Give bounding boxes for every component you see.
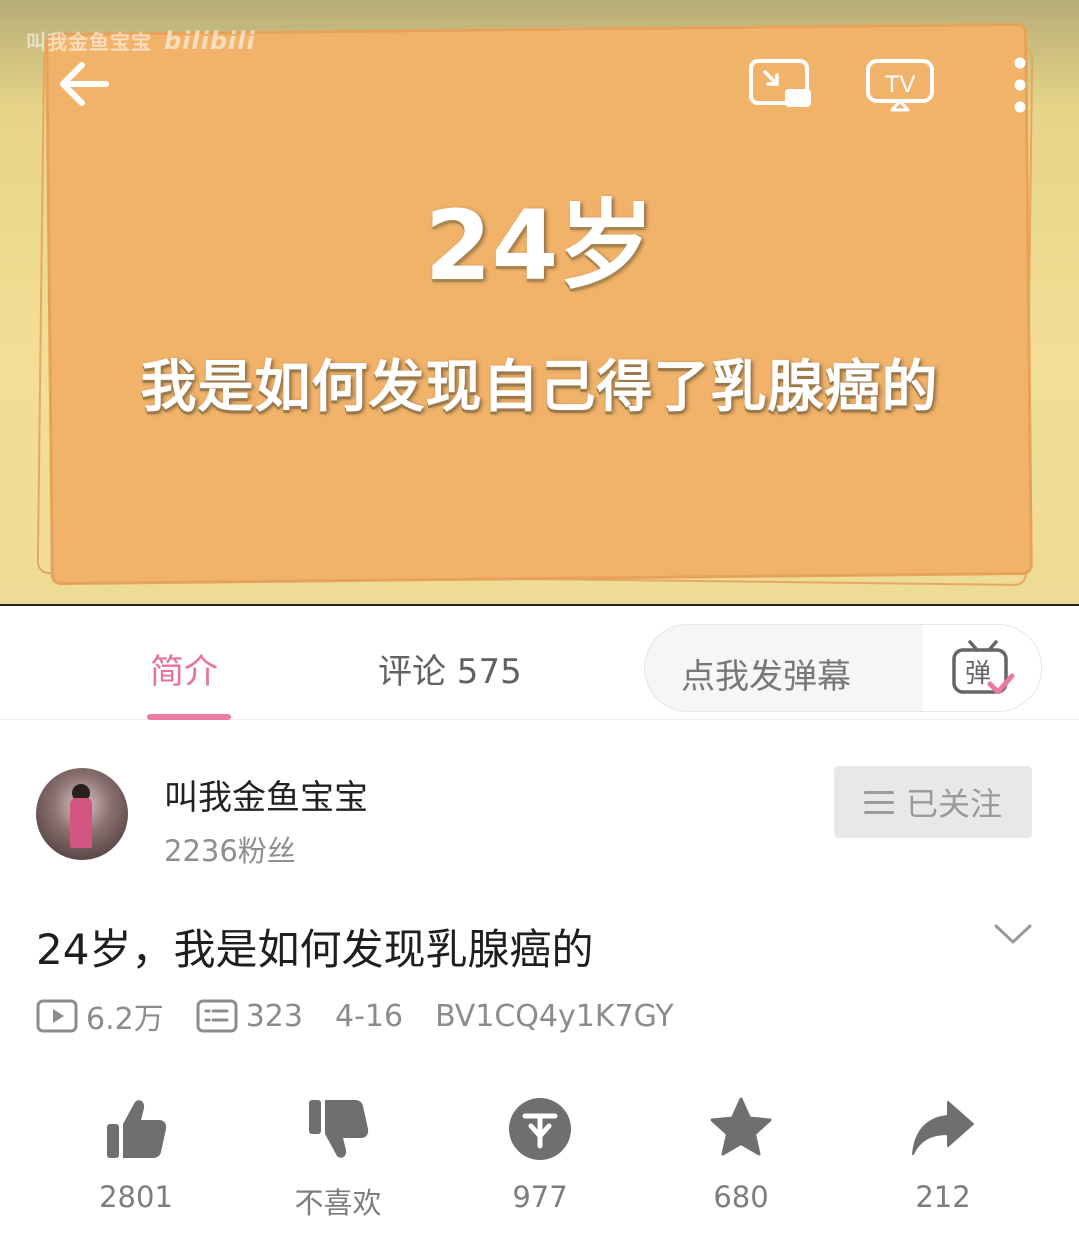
video-title: 24岁，我是如何发现乳腺癌的 (36, 925, 594, 974)
share-arrow-icon (912, 1101, 974, 1155)
view-count-value: 6.2万 (86, 1002, 164, 1037)
video-player[interactable]: 叫我金鱼宝宝 bilibili 24岁 我是如何发现自己得了乳腺癌的 TV (0, 0, 1079, 606)
video-stats: 6.2万 323 4-16 BV1CQ4y1K7GY (36, 994, 706, 1038)
picture-in-picture-button[interactable] (748, 58, 814, 112)
follow-button[interactable]: 已关注 (834, 766, 1032, 838)
coin-count: 977 (512, 1180, 568, 1214)
uploader-name[interactable]: 叫我金鱼宝宝 (164, 770, 368, 819)
tab-comments[interactable]: 评论 575 (378, 644, 522, 693)
share-button[interactable]: 212 (873, 1094, 1013, 1224)
video-overlay-title: 24岁 (424, 190, 655, 302)
avatar[interactable] (36, 768, 128, 860)
star-icon (710, 1097, 772, 1156)
danmaku-count-value: 323 (245, 998, 303, 1034)
tab-intro[interactable]: 简介 (150, 644, 218, 693)
thumbs-down-icon (309, 1100, 369, 1158)
video-overlay-subtitle: 我是如何发现自己得了乳腺癌的 (140, 355, 939, 420)
tv-cast-button[interactable]: TV (864, 58, 936, 112)
tv-cast-icon: TV (866, 59, 934, 112)
chevron-down-icon (994, 924, 1032, 944)
danmaku-input[interactable]: 点我发弹幕 (681, 649, 851, 698)
tab-bar: 简介 评论 575 点我发弹幕 弹 (0, 606, 1079, 720)
like-button[interactable]: 2801 (66, 1094, 206, 1224)
intro-panel: 叫我金鱼宝宝 2236粉丝 已关注 24岁，我是如何发现乳腺癌的 6.2万 32… (0, 722, 1079, 1244)
watermark-name: 叫我金鱼宝宝 (26, 30, 152, 54)
more-options-button[interactable] (1000, 52, 1040, 118)
menu-lines-icon (863, 790, 894, 814)
coin-button[interactable]: 977 (470, 1094, 610, 1224)
action-bar: 2801 不喜欢 977 680 212 (0, 1094, 1079, 1224)
back-arrow-icon (60, 62, 109, 106)
more-vertical-icon (1014, 57, 1026, 113)
follow-label: 已关注 (905, 785, 1002, 823)
favorite-count: 680 (713, 1180, 769, 1214)
active-tab-indicator (147, 714, 231, 720)
fan-count: 2236粉丝 (164, 834, 296, 868)
thumbs-up-icon (107, 1100, 167, 1158)
danmaku-count: 323 (196, 998, 303, 1034)
uploader-watermark: 叫我金鱼宝宝 bilibili (26, 26, 256, 55)
like-count: 2801 (99, 1180, 173, 1214)
dislike-button[interactable]: 不喜欢 (268, 1094, 408, 1224)
back-button[interactable] (52, 54, 116, 114)
expand-description-button[interactable] (992, 918, 1038, 958)
danmaku-toggle-icon: 弹 (952, 640, 1015, 695)
share-count: 212 (915, 1180, 971, 1214)
danmaku-glyph: 弹 (965, 659, 991, 689)
bv-id[interactable]: BV1CQ4y1K7GY (435, 999, 674, 1034)
danmaku-toggle-button[interactable]: 弹 (923, 625, 1041, 711)
svg-text:TV: TV (885, 71, 916, 98)
play-count-icon (36, 999, 78, 1033)
bilibili-logo: bilibili (164, 27, 256, 55)
dislike-label: 不喜欢 (294, 1186, 382, 1220)
danmaku-count-icon (196, 999, 238, 1033)
favorite-button[interactable]: 680 (671, 1094, 811, 1224)
danmaku-bar: 点我发弹幕 弹 (644, 624, 1042, 712)
publish-date: 4-16 (334, 998, 404, 1034)
coin-icon (509, 1098, 571, 1160)
picture-in-picture-icon (749, 59, 811, 107)
view-count: 6.2万 (36, 994, 164, 1038)
